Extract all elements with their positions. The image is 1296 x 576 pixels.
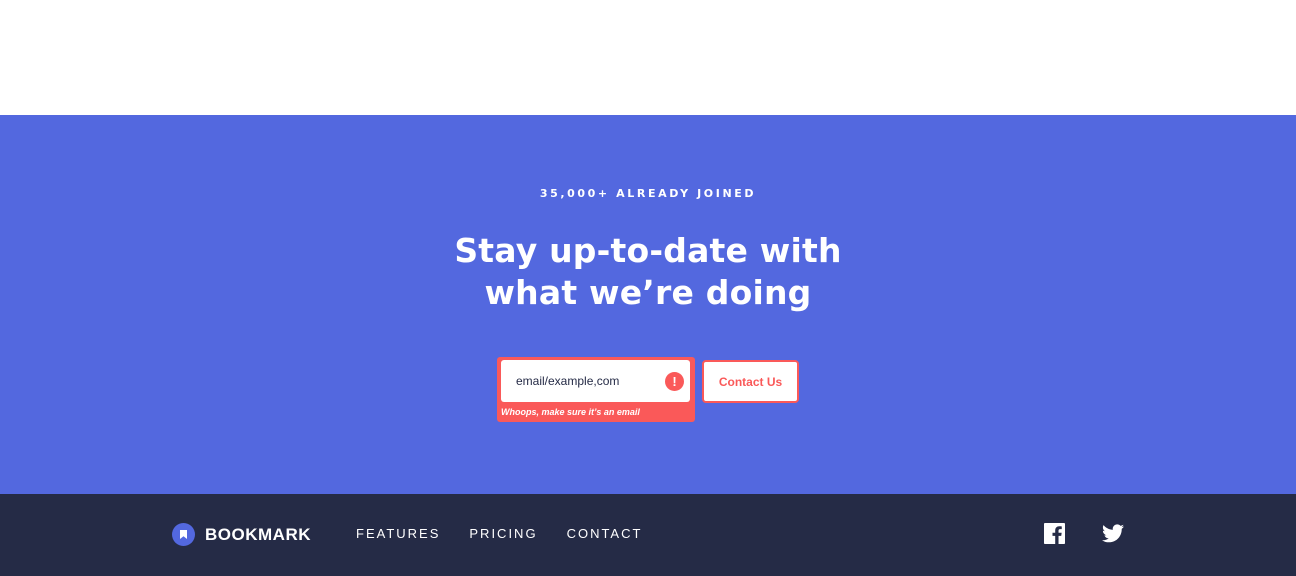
footer-nav: FEATURES PRICING CONTACT [356, 526, 671, 541]
footer-nav-features[interactable]: FEATURES [356, 526, 440, 541]
joined-count-label: 35,000+ ALREADY JOINED [539, 187, 757, 200]
footer-logo[interactable]: BOOKMARK [172, 523, 311, 546]
error-message: Whoops, make sure it’s an email [501, 407, 640, 417]
heading-line-1: Stay up-to-date with [454, 231, 842, 270]
footer-nav-pricing[interactable]: PRICING [469, 526, 537, 541]
twitter-icon[interactable] [1102, 524, 1124, 543]
contact-us-button[interactable]: Contact Us [702, 360, 799, 403]
email-input[interactable] [501, 360, 690, 402]
footer-nav-contact[interactable]: CONTACT [567, 526, 643, 541]
bookmark-logo-icon [172, 523, 195, 546]
error-icon: ! [665, 372, 684, 391]
facebook-icon[interactable] [1044, 523, 1065, 544]
top-blank-area [0, 0, 1296, 115]
heading-line-2: what we’re doing [484, 273, 812, 312]
logo-text: BOOKMARK [205, 524, 311, 544]
section-heading: Stay up-to-date with what we’re doing [0, 230, 1296, 314]
